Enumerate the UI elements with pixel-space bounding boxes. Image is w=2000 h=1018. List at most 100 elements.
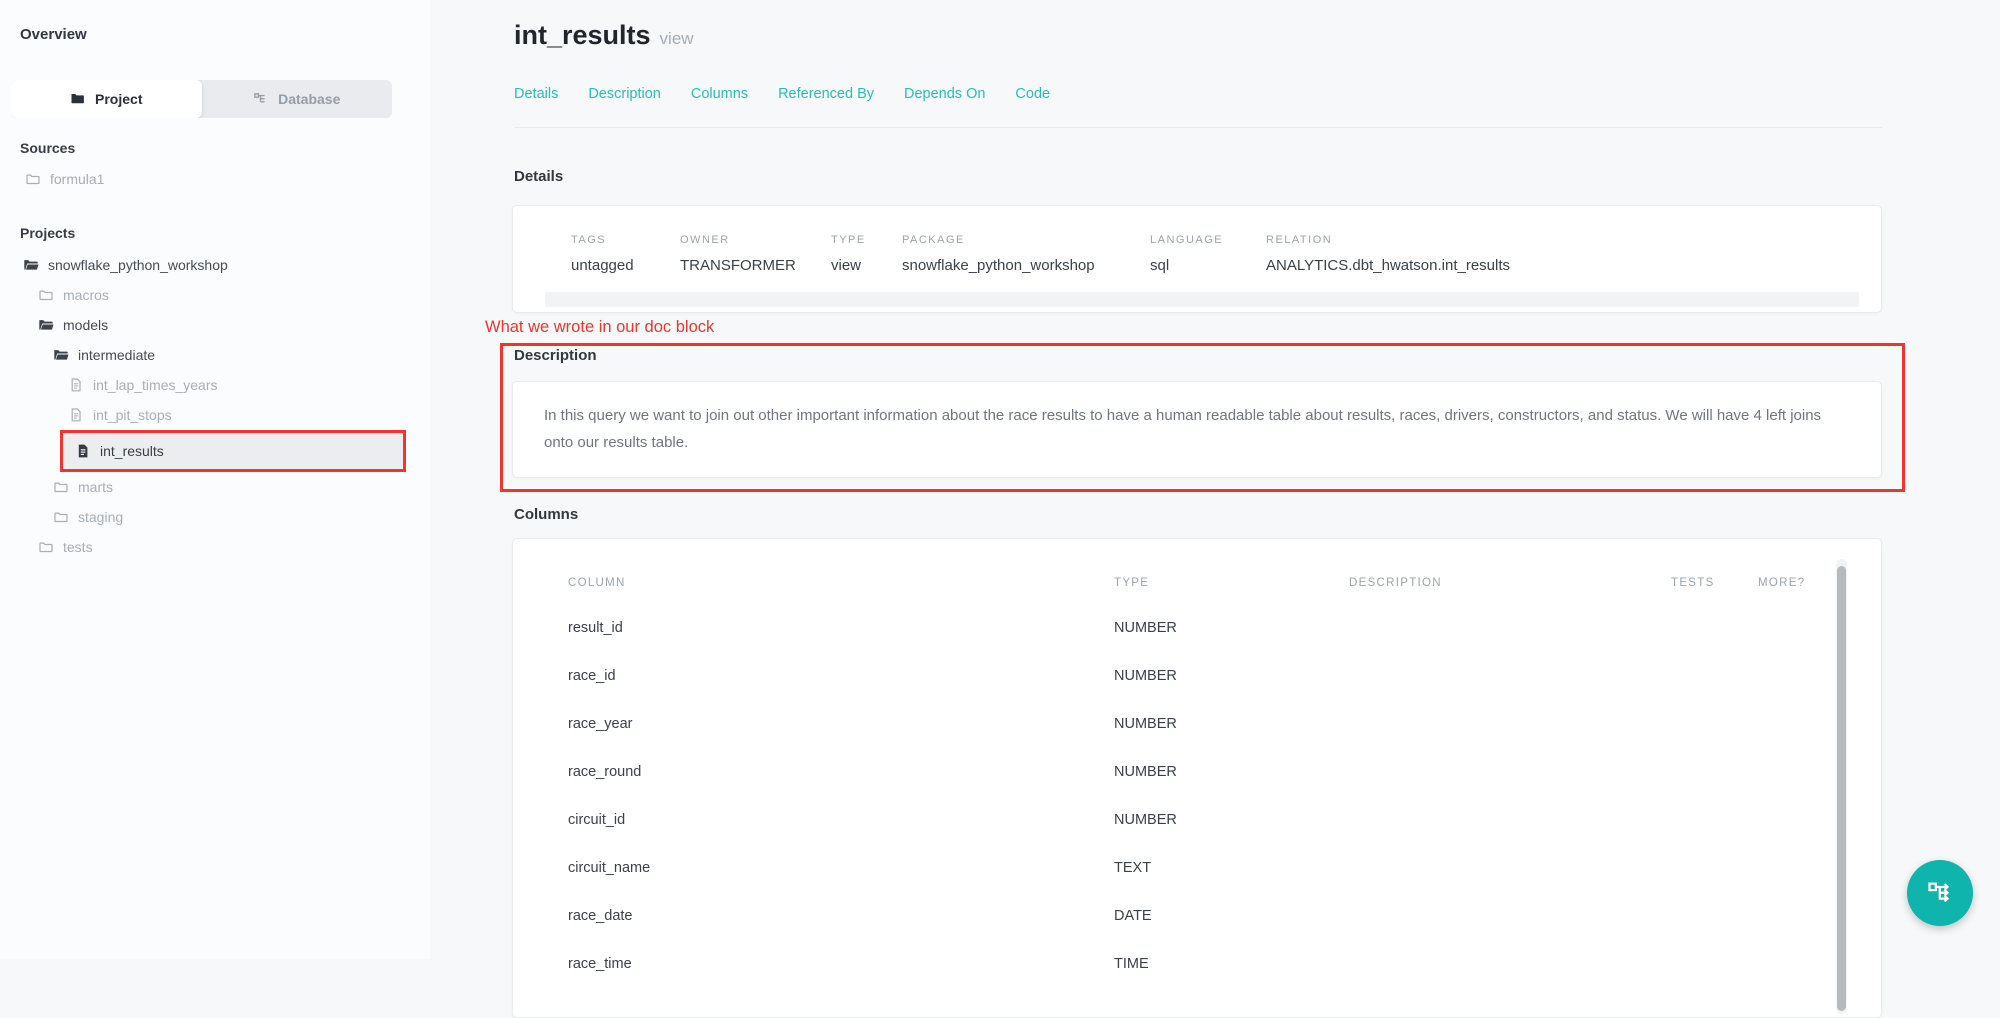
detail-field-relation: RELATION ANALYTICS.dbt_hwatson.int_result… [1266,234,1510,274]
page-title: int_results view [514,20,694,51]
sidebar: Overview Project Database Sources formul… [0,0,430,959]
sources-list: formula1 [0,165,430,193]
table-row-race_time[interactable]: race_timeTIME [513,941,1881,989]
tree-item-macros[interactable]: macros [0,280,430,310]
detail-field-label: TAGS [571,234,634,246]
detail-field-value: TRANSFORMER [680,257,796,274]
lineage-icon [253,91,269,107]
tab-description[interactable]: Description [588,86,661,102]
table-row-circuit_name[interactable]: circuit_name TEXT [513,845,1881,893]
doc-block-annotation: What we wrote in our doc block [485,318,714,337]
columns-card: COLUMNTYPEDESCRIPTIONTESTSMORE? result_i… [512,538,1882,1018]
table-scrollbar-thumb[interactable] [1837,566,1846,1011]
description-card: In this query we want to join out other … [512,381,1882,478]
toggle-database-button[interactable]: Database [202,80,393,118]
toggle-project-label: Project [95,91,142,107]
table-row-circuit_id[interactable]: circuit_id NUMBER [513,797,1881,845]
cell-column: race_round [568,764,641,780]
tab-depends-on[interactable]: Depends On [904,86,985,102]
detail-field-value: sql [1150,257,1223,274]
tree-item-intermediate[interactable]: intermediate [0,340,430,370]
tree-item-tests[interactable]: tests [0,532,430,562]
table-row-race_date[interactable]: race_date DATE [513,893,1881,941]
table-row-race_year[interactable]: race_year NUMBER [513,701,1881,749]
cell-type: NUMBER [1114,764,1177,780]
cell-type: TIME [1114,956,1149,972]
cell-column: race_id [568,668,616,684]
folder-icon [70,91,86,107]
detail-field-label: PACKAGE [902,234,1095,246]
tree-item-label: int_lap_times_years [93,377,218,393]
cell-column: race_date [568,908,633,924]
details-card: TAGS untagged OWNER TRANSFORMER TYPEview PACK… [512,205,1882,313]
description-heading: Description [514,347,597,364]
detail-field-language: LANGUAGE sql [1150,234,1223,274]
column-header-tests: TESTS [1671,577,1715,589]
tree-item-int_lap_times_years[interactable]: int_lap_times_years [0,370,430,400]
detail-field-value: ANALYTICS.dbt_hwatson.int_results [1266,257,1510,274]
lineage-graph-button[interactable] [1907,860,1973,926]
cell-column: circuit_name [568,860,650,876]
folder-icon [53,479,69,495]
tree-item-formula1[interactable]: formula1 [0,165,430,193]
cell-type: NUMBER [1114,812,1177,828]
cell-type: DATE [1114,908,1152,924]
detail-field-package: PACKAGE snowflake_python_workshop [902,234,1095,274]
toggle-project-button[interactable]: Project [11,80,202,118]
model-name: int_results [514,20,651,50]
tree-item-label: snowflake_python_workshop [48,257,228,273]
cell-column: circuit_id [568,812,625,828]
details-heading: Details [514,168,563,185]
detail-field-tags: TAGS untagged [571,234,634,274]
tree-item-label: models [63,317,108,333]
tree-item-marts[interactable]: marts [0,472,430,502]
detail-field-value: view [831,257,866,274]
detail-field-label: RELATION [1266,234,1510,246]
folder-icon [53,509,69,525]
folder-open-icon [38,317,54,333]
cell-column: race_year [568,716,632,732]
tab-columns[interactable]: Columns [691,86,748,102]
view-toggle: Project Database [11,80,392,118]
lineage-graph-icon [1926,879,1954,907]
folder-icon [38,287,54,303]
detail-field-owner: OWNER TRANSFORMER [680,234,796,274]
tabs-divider [514,127,1882,128]
tree-item-label: macros [63,287,109,303]
tree-item-int_results[interactable]: int_results [60,430,406,472]
tab-details[interactable]: Details [514,86,558,102]
tree-item-int_pit_stops[interactable]: int_pit_stops [0,400,430,430]
cell-type: TEXT [1114,860,1151,876]
folder-icon [25,171,41,187]
tree-item-label: intermediate [78,347,155,363]
cell-type: NUMBER [1114,668,1177,684]
column-header-column: COLUMN [568,577,626,589]
table-row-race_round[interactable]: race_round NUMBER [513,749,1881,797]
cell-type: NUMBER [1114,716,1177,732]
columns-table-header: COLUMNTYPEDESCRIPTIONTESTSMORE? [513,577,1881,593]
tree-item-label: formula1 [50,171,104,187]
folder-open-icon [23,257,39,273]
tab-code[interactable]: Code [1015,86,1050,102]
column-header-description: DESCRIPTION [1349,577,1442,589]
detail-field-value: untagged [571,257,634,274]
tree-item-staging[interactable]: staging [0,502,430,532]
column-header-type: TYPE [1114,577,1149,589]
toggle-database-label: Database [278,91,340,107]
columns-heading: Columns [514,506,578,523]
tree-item-snowflake_python_workshop[interactable]: snowflake_python_workshop [0,250,430,280]
cell-type: NUMBER [1114,620,1177,636]
model-type-label: view [660,29,694,48]
table-row-race_id[interactable]: race_id NUMBER [513,653,1881,701]
projects-heading: Projects [20,225,75,241]
tree-item-models[interactable]: models [0,310,430,340]
tab-referenced-by[interactable]: Referenced By [778,86,874,102]
file-solid-icon [75,443,91,459]
table-row-result_id[interactable]: result_id NUMBER [513,605,1881,653]
detail-field-type: TYPEview [831,234,866,274]
detail-field-label: OWNER [680,234,796,246]
tree-item-label: staging [78,509,123,525]
detail-field-value: snowflake_python_workshop [902,257,1095,274]
cell-column: result_id [568,620,623,636]
detail-field-label: LANGUAGE [1150,234,1223,246]
